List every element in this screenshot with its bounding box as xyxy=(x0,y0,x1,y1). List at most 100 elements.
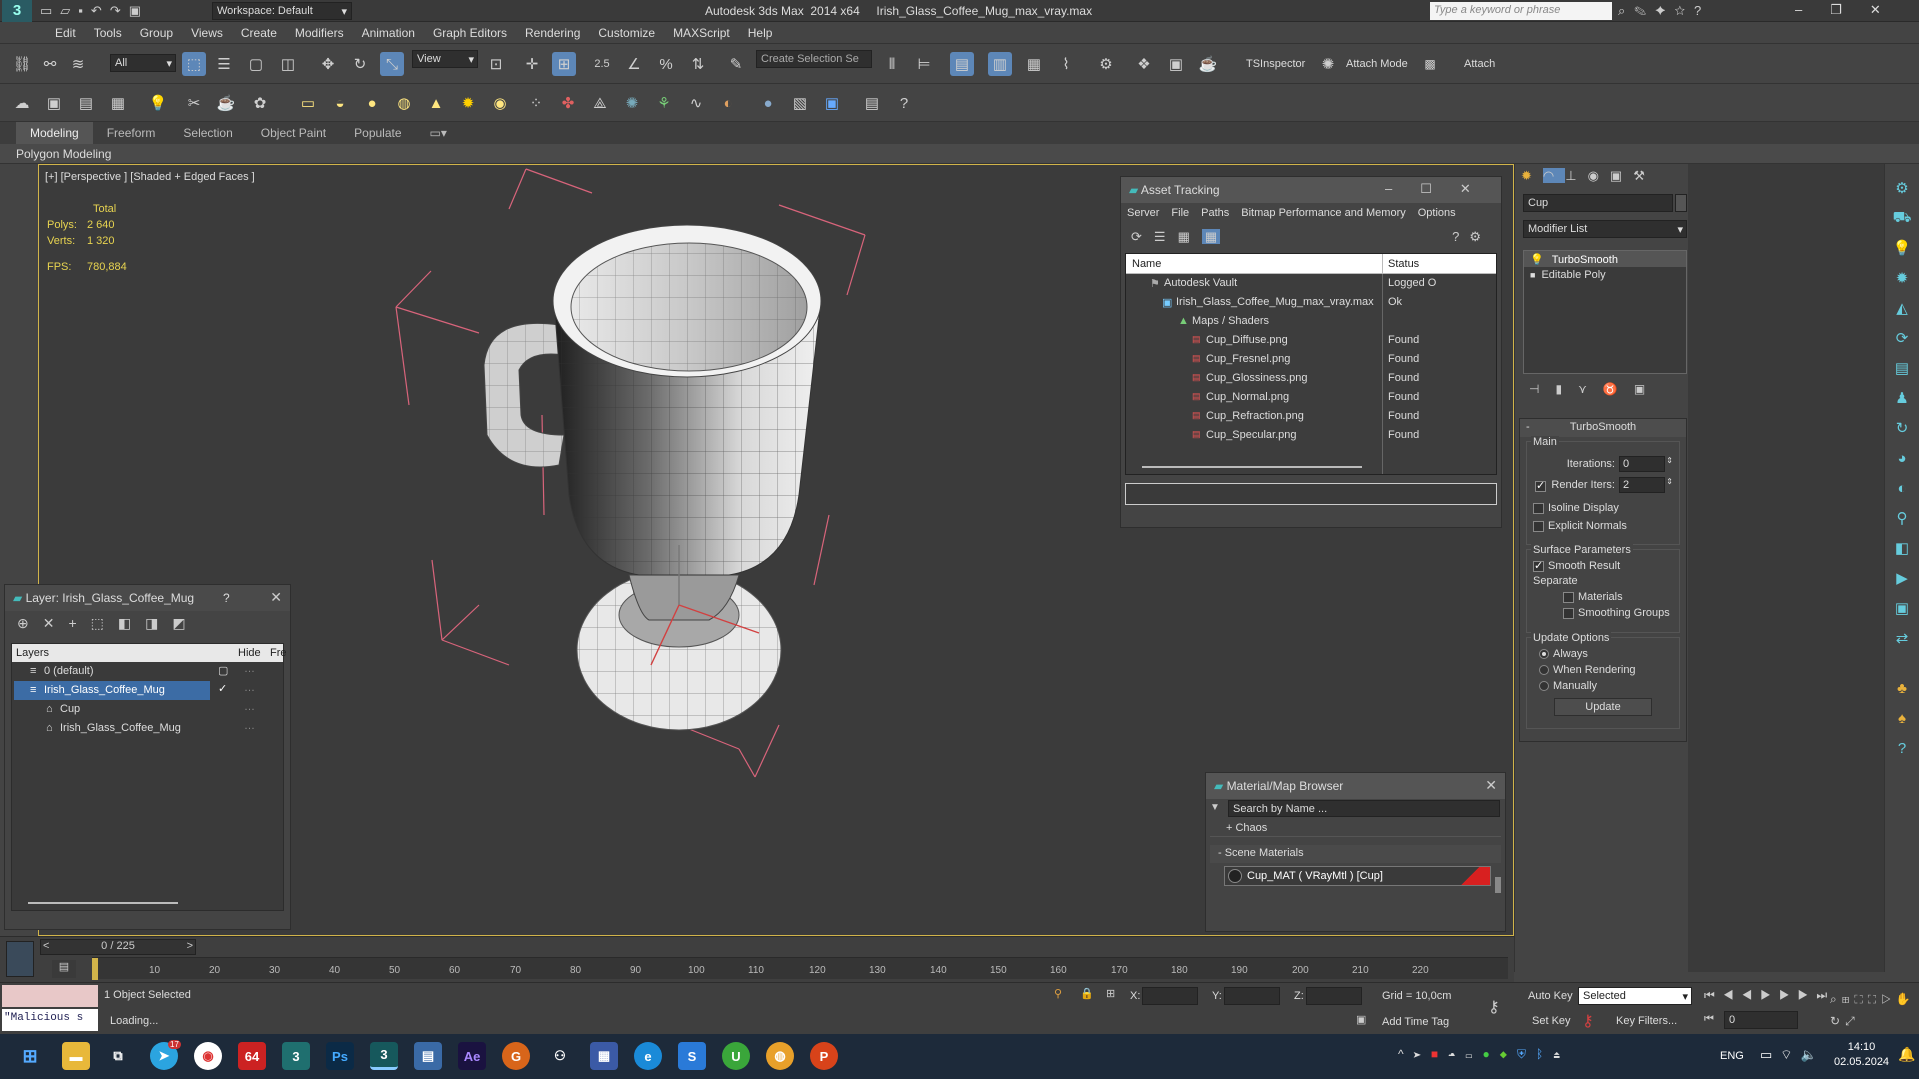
time-tag-icon[interactable]: ▣ xyxy=(1356,1013,1366,1026)
menu-server[interactable]: Server xyxy=(1127,207,1159,219)
upwork-tray-icon[interactable]: ● xyxy=(1483,1047,1500,1061)
vray-ipr-icon[interactable]: ▣ xyxy=(820,91,844,115)
delete-icon[interactable]: ✕ xyxy=(43,615,69,631)
explicit-normals-checkbox[interactable] xyxy=(1533,520,1544,532)
asset-row[interactable]: ▤ Cup_Refraction.png Found xyxy=(1126,407,1496,426)
material-item[interactable]: Cup_MAT ( VRayMtl ) [Cup] xyxy=(1224,866,1491,886)
vray-help-icon[interactable]: ? xyxy=(892,91,916,115)
attach-mode-label[interactable]: Attach Mode xyxy=(1346,58,1408,70)
vray-fur-icon[interactable]: ✤ xyxy=(556,91,580,115)
group-scene-materials[interactable]: - Scene Materials xyxy=(1210,845,1501,863)
teapot-icon[interactable]: ☕ xyxy=(214,91,238,115)
light-bulb-icon[interactable]: 💡 xyxy=(1890,236,1914,260)
chrome-icon[interactable]: ◉ xyxy=(194,1042,222,1070)
usb-icon[interactable]: ⏏ xyxy=(1553,1047,1570,1061)
menu-group[interactable]: Group xyxy=(131,22,182,44)
z-coordinate-field[interactable] xyxy=(1306,987,1362,1005)
menu-animation[interactable]: Animation xyxy=(353,22,424,44)
snaps-toggle-icon[interactable]: 2.5 xyxy=(590,52,614,76)
toggle-layer-explorer-icon[interactable]: ▥ xyxy=(988,52,1012,76)
pivot-center-icon[interactable]: ⊡ xyxy=(484,52,508,76)
vertical-scrollbar[interactable] xyxy=(1495,877,1501,893)
time-slider[interactable]: < 0 / 225 > xyxy=(40,939,196,955)
materials-checkbox[interactable] xyxy=(1563,591,1574,603)
asset-row[interactable]: ▤ Cup_Diffuse.png Found xyxy=(1126,331,1496,350)
menu-maxscript[interactable]: MAXScript xyxy=(664,22,739,44)
hide-toggle[interactable]: … xyxy=(244,682,255,694)
project-icon[interactable]: ▣ xyxy=(129,3,149,18)
compass-icon[interactable]: ◐ xyxy=(1890,476,1914,500)
render-iters-spinner[interactable]: 2 xyxy=(1619,477,1665,493)
auto-key-button[interactable]: Auto Key xyxy=(1528,990,1573,1002)
physx-icon[interactable]: ✿ xyxy=(248,91,272,115)
smooth-result-checkbox[interactable] xyxy=(1533,559,1544,572)
utilities-tab-icon[interactable]: ⚒ xyxy=(1633,168,1656,183)
undo-icon[interactable]: ↶ xyxy=(91,3,110,18)
minimize-icon[interactable]: – xyxy=(1795,2,1830,17)
edit-named-selection-icon[interactable]: ✎ xyxy=(724,52,748,76)
favorites-icon[interactable]: ☆ xyxy=(1674,3,1694,18)
move-icon[interactable]: ✥ xyxy=(316,52,340,76)
bluetooth-icon[interactable]: ᛒ xyxy=(1536,1047,1553,1061)
ribbon-options-icon[interactable]: ▭▾ xyxy=(416,122,461,144)
material-search-input[interactable]: Search by Name ... xyxy=(1228,800,1500,817)
scene-tool-icon[interactable]: ⚙ xyxy=(1890,176,1914,200)
keyboard-shortcut-override-icon[interactable]: ⊞ xyxy=(552,52,576,76)
expand-icon[interactable]: ■ xyxy=(1530,270,1535,280)
tree-icon[interactable]: ♣ xyxy=(1890,676,1914,700)
workspace-dropdown[interactable]: Workspace: Default ▾ xyxy=(212,2,352,20)
material-editor-icon[interactable]: ▣ xyxy=(42,91,66,115)
unlink-icon[interactable]: ⚯ xyxy=(38,52,62,76)
play-panel-icon[interactable]: ▶ xyxy=(1890,566,1914,590)
send-icon[interactable]: ➤ xyxy=(1414,1047,1431,1061)
spinner-snap-icon[interactable]: ⇅ xyxy=(686,52,710,76)
mini-listener-button[interactable] xyxy=(6,941,34,977)
current-frame-field[interactable]: 0 xyxy=(1724,1011,1798,1029)
3dsmax-active-icon[interactable]: 3 xyxy=(370,1042,398,1070)
display-icon[interactable]: ▭ xyxy=(1760,1047,1780,1062)
minimize-icon[interactable]: – xyxy=(1385,181,1420,196)
maxscript-listener-pink[interactable] xyxy=(2,985,98,1007)
spinner-arrows-icon[interactable]: ⇕ xyxy=(1666,456,1673,465)
col-freeze[interactable]: Fre xyxy=(270,647,287,659)
close-icon[interactable]: ✕ xyxy=(1460,181,1499,196)
sync-icon[interactable]: ⇄ xyxy=(1890,626,1914,650)
menu-tools[interactable]: Tools xyxy=(85,22,131,44)
upwork-icon[interactable]: U xyxy=(722,1042,750,1070)
orbit-icon[interactable]: ↻ xyxy=(1830,1014,1845,1028)
menu-edit[interactable]: Edit xyxy=(46,22,85,44)
volume-icon[interactable]: 🔈 xyxy=(1801,1047,1825,1062)
open-file-icon[interactable]: ▱ xyxy=(60,3,78,18)
track-view-icon[interactable]: ▦ xyxy=(106,91,130,115)
tab-populate[interactable]: Populate xyxy=(340,122,415,144)
track-bar[interactable]: ▤ 10 20 30 40 50 60 70 80 90 100 110 120… xyxy=(52,957,1508,980)
tab-freeform[interactable]: Freeform xyxy=(93,122,170,144)
save-icon[interactable]: ▪ xyxy=(78,3,91,18)
new-file-icon[interactable]: ▭ xyxy=(40,3,60,18)
stack-item-editable-poly[interactable]: ■ Editable Poly xyxy=(1524,267,1686,283)
display-tab-icon[interactable]: ▣ xyxy=(1610,168,1633,183)
record-icon[interactable]: ■ xyxy=(1431,1047,1448,1061)
menu-create[interactable]: Create xyxy=(232,22,286,44)
checker-icon[interactable]: ▩ xyxy=(1418,52,1442,76)
shield-icon[interactable]: ⛨ xyxy=(1517,1047,1536,1061)
binoculars-icon[interactable]: ⌕ xyxy=(1618,3,1634,18)
file-explorer-icon[interactable]: ▬ xyxy=(62,1042,90,1070)
cycle-icon[interactable]: ↻ xyxy=(1890,416,1914,440)
maximize-icon[interactable]: ☐ xyxy=(1420,181,1460,196)
layer-row[interactable]: ≡ Irish_Glass_Coffee_Mug ✓ … xyxy=(12,681,283,700)
vray-dome-light-icon[interactable]: ◒ xyxy=(328,91,352,115)
scale-icon[interactable]: ⤡ xyxy=(380,52,404,76)
vray-plane-light-icon[interactable]: ▭ xyxy=(296,91,320,115)
y-coordinate-field[interactable] xyxy=(1224,987,1280,1005)
window-crossing-icon[interactable]: ◫ xyxy=(276,52,300,76)
zoom-extents-icon[interactable]: ⛶ xyxy=(1854,992,1867,1006)
selection-filter-dropdown[interactable]: All ▾ xyxy=(110,54,176,72)
table-view-icon[interactable]: ▦ xyxy=(1201,229,1221,244)
checkmark-icon[interactable]: ✓ xyxy=(218,682,227,695)
selected-dropdown[interactable]: Selected ▾ xyxy=(1578,987,1692,1005)
select-objects-icon[interactable]: ⬚ xyxy=(91,615,118,631)
powerpoint-icon[interactable]: P xyxy=(810,1042,838,1070)
rotate-icon[interactable]: ↻ xyxy=(348,52,372,76)
layer-row[interactable]: ⌂ Irish_Glass_Coffee_Mug … xyxy=(12,719,283,738)
